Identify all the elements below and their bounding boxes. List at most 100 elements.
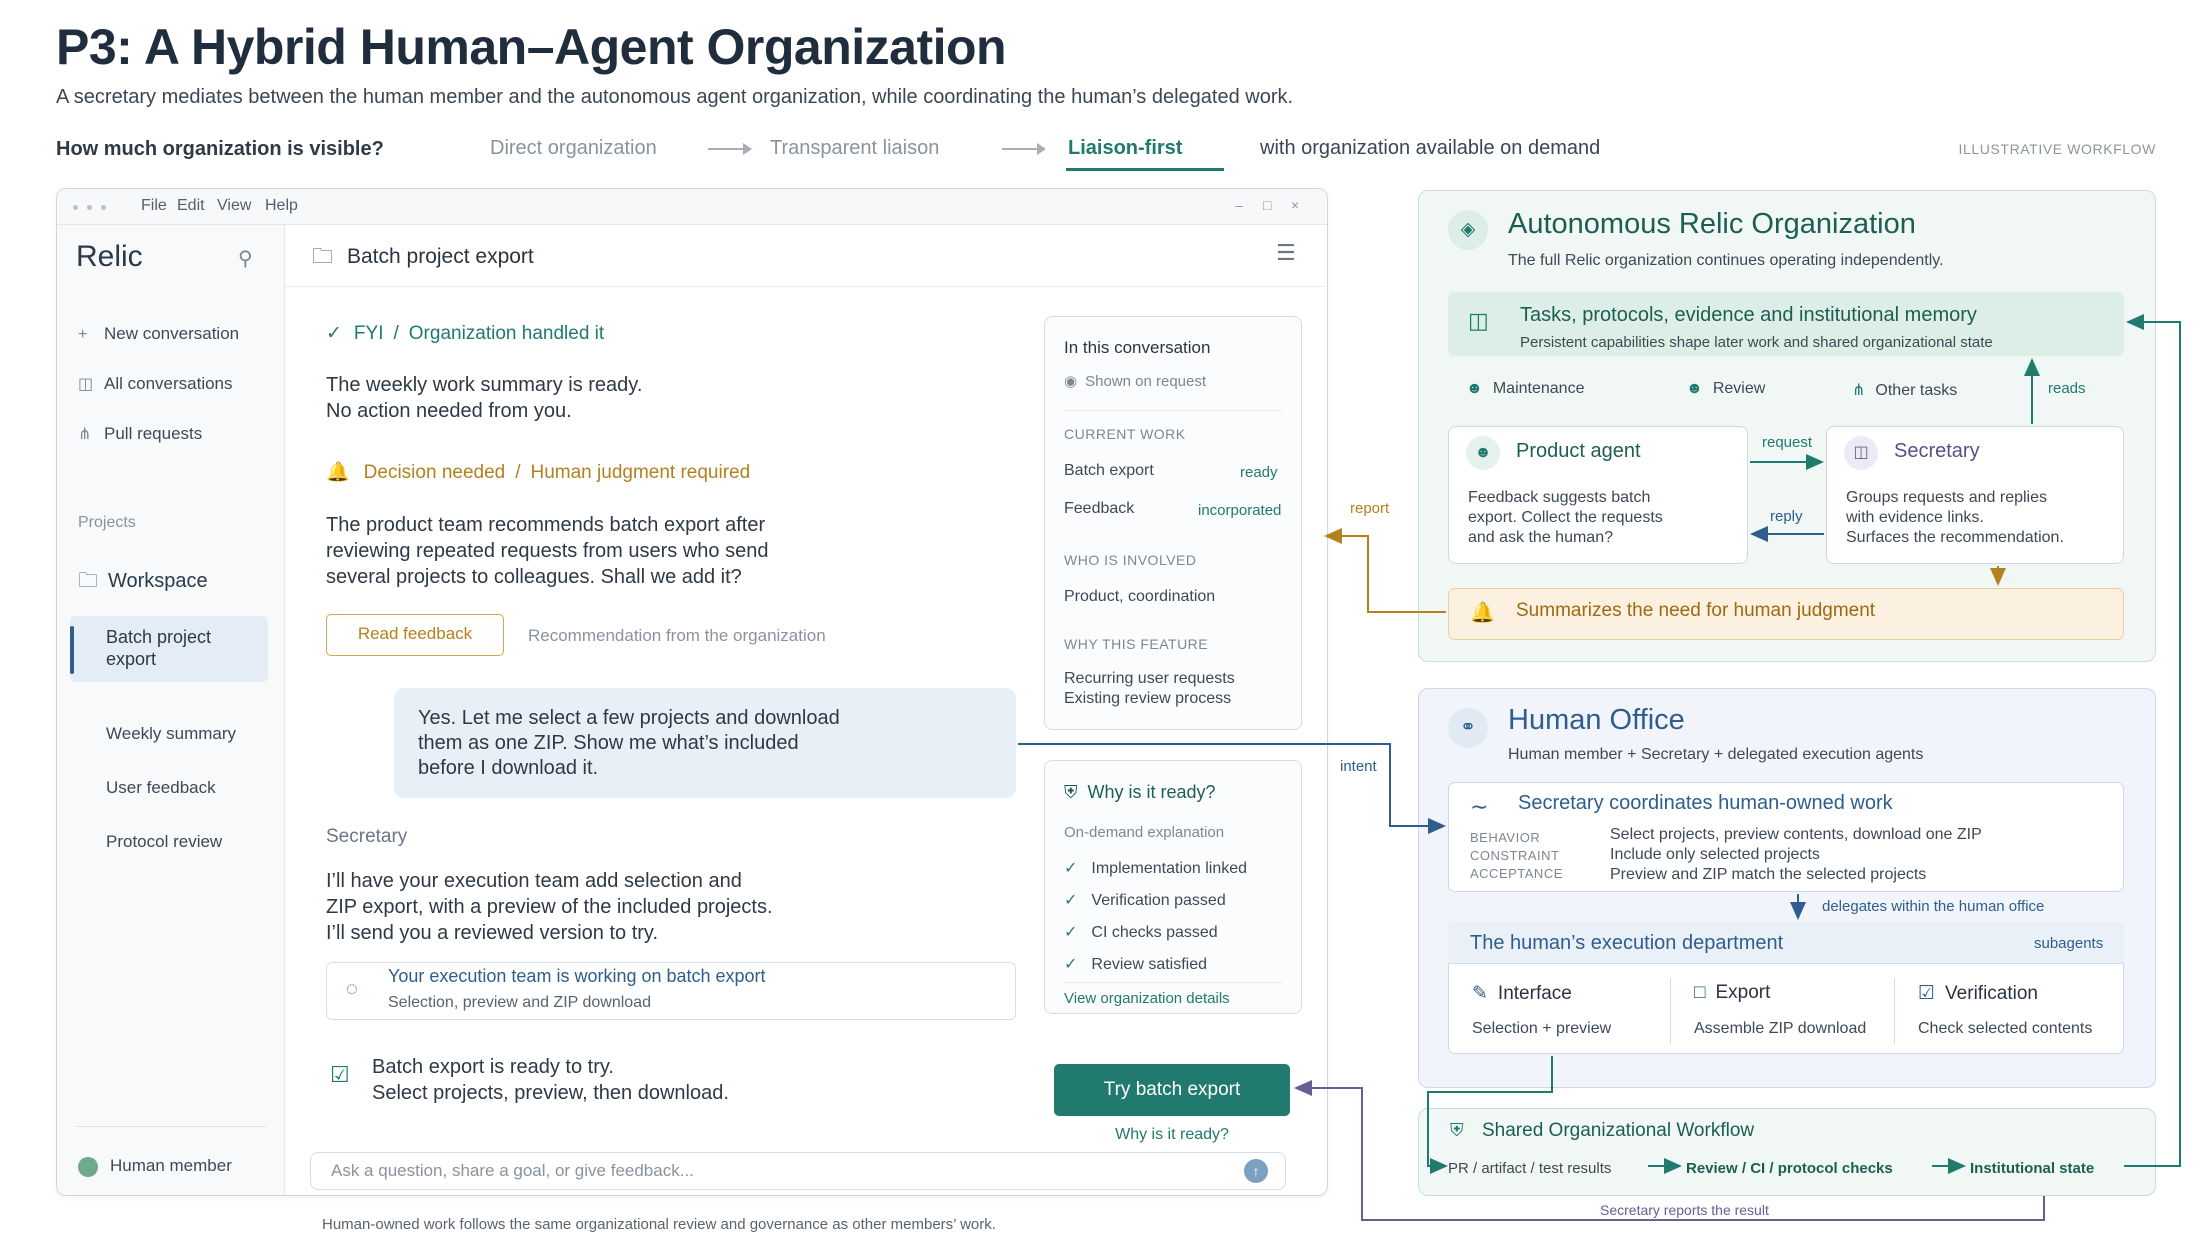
maximize-icon[interactable]: □ (1263, 197, 1271, 213)
behavior-caption: BEHAVIOR (1470, 830, 1541, 845)
dept-verification-sub: Check selected contents (1918, 1020, 2093, 1037)
why-caption: WHY THIS FEATURE (1064, 636, 1209, 652)
avatar (78, 1156, 98, 1177)
person-icon: ☻ (1466, 380, 1483, 397)
subagents-tag: subagents (2034, 935, 2104, 952)
flow-step-artifacts: PR / artifact / test results (1448, 1160, 1612, 1177)
ask-input[interactable]: Ask a question, share a goal, or give fe… (310, 1152, 1286, 1190)
minimize-icon[interactable]: – (1235, 197, 1243, 213)
acceptance-caption: ACCEPTANCE (1470, 866, 1563, 881)
plus-icon: + (78, 326, 88, 343)
step-direct-organization[interactable]: Direct organization (490, 137, 657, 160)
office-title: Human Office (1508, 704, 1685, 736)
clipboard-check-icon: ☑ (1918, 983, 1936, 1004)
shield-icon: ⛨ (1450, 1120, 1464, 1140)
check-icon: ✓ (1064, 892, 1078, 909)
link-icon: ⚭ (1448, 708, 1488, 748)
workspace-item[interactable]: 🗀 Workspace (78, 566, 208, 600)
user-message-line: them as one ZIP. Show me what’s included (418, 732, 799, 754)
reply-label: reply (1770, 508, 1803, 525)
secretary-text: with evidence links. (1846, 509, 1984, 526)
coordination-title: Secretary coordinates human-owned work (1518, 792, 1893, 814)
menu-view[interactable]: View (217, 197, 251, 215)
shield-check-icon: ⛨ (1064, 782, 1078, 802)
execution-team-subtitle: Selection, preview and ZIP download (388, 994, 651, 1011)
why-ready-link[interactable]: Why is it ready? (1054, 1126, 1290, 1144)
check-item: ✓ Verification passed (1064, 892, 1226, 909)
fyi-tag: ✓ FYI / Organization handled it (326, 323, 605, 344)
all-conversations-link[interactable]: ◫ All conversations (78, 374, 233, 394)
dept-divider (1670, 978, 1671, 1044)
summary-text: Summarizes the need for human judgment (1516, 600, 1876, 621)
send-button[interactable]: ↑ (1244, 1159, 1268, 1183)
product-agent-text: export. Collect the requests (1468, 509, 1663, 526)
user-message-bubble: Yes. Let me select a few projects and do… (394, 688, 1016, 798)
page-title: P3: A Hybrid Human–Agent Organization (56, 19, 1007, 75)
decision-text: several projects to colleagues. Shall we… (326, 566, 742, 588)
close-icon[interactable]: × (1291, 197, 1299, 213)
check-icon: ✓ (1064, 924, 1078, 941)
database-icon: ◫ (1468, 308, 1489, 333)
why-ready-title: ⛨ Why is it ready? (1064, 782, 1216, 802)
user-profile[interactable]: Human member (78, 1156, 232, 1177)
footnote: Human-owned work follows the same organi… (322, 1216, 996, 1233)
nodes-icon: ◌ (346, 978, 358, 1000)
clipboard-check-icon: ☑ (330, 1062, 350, 1087)
header-divider (284, 286, 1326, 287)
org-subtitle: The full Relic organization continues op… (1508, 252, 1944, 269)
check-icon: ✓ (1064, 860, 1078, 877)
secretary-text: Surfaces the recommendation. (1846, 529, 2064, 546)
menu-help[interactable]: Help (265, 197, 298, 215)
secretary-title: Secretary (1894, 440, 1980, 462)
org-chart-icon: ◈ (1448, 210, 1488, 250)
new-conversation-link[interactable]: + New conversation (78, 324, 239, 344)
menu-file[interactable]: File (141, 197, 167, 215)
main-divider (284, 224, 1328, 225)
active-step-underline (1066, 168, 1224, 171)
sidebar-item-user-feedback[interactable]: User feedback (106, 778, 216, 798)
memory-subtitle: Persistent capabilities shape later work… (1520, 334, 1993, 351)
on-demand-caption: On-demand explanation (1064, 824, 1225, 841)
ready-text: Batch export is ready to try. (372, 1056, 614, 1078)
work-item-status: incorporated (1198, 502, 1282, 519)
dept-interface-sub: Selection + preview (1472, 1020, 1612, 1037)
sidebar-item-protocol-review[interactable]: Protocol review (106, 832, 222, 852)
try-batch-export-button[interactable]: Try batch export (1054, 1064, 1290, 1116)
step-transparent-liaison[interactable]: Transparent liaison (770, 137, 939, 160)
folder-icon: 🗀 (78, 570, 98, 592)
constraint-caption: CONSTRAINT (1470, 848, 1560, 863)
pull-requests-link[interactable]: ⋔ Pull requests (78, 424, 202, 444)
view-organization-details-link[interactable]: View organization details (1064, 990, 1230, 1007)
illustrative-tag: ILLUSTRATIVE WORKFLOW (1958, 141, 2156, 157)
read-feedback-button[interactable]: Read feedback (326, 614, 504, 656)
work-item-label: Feedback (1064, 500, 1135, 517)
secretary-label: Secretary (326, 826, 408, 847)
search-icon[interactable]: ⚲ (238, 246, 253, 271)
sidebar-item-label: Batch project export (106, 627, 212, 669)
secretary-reports-label: Secretary reports the result (1600, 1202, 1769, 1218)
execution-department-title: The human’s execution department (1470, 932, 1784, 954)
step-suffix: with organization available on demand (1260, 137, 1601, 159)
secretary-text: ZIP export, with a preview of the includ… (326, 896, 773, 918)
work-item-status: ready (1240, 464, 1278, 481)
org-title: Autonomous Relic Organization (1508, 208, 1916, 240)
ready-text: Select projects, preview, then download. (372, 1082, 729, 1104)
page-subtitle: A secretary mediates between the human m… (56, 86, 1294, 108)
list-view-icon[interactable]: ☰ (1276, 240, 1296, 266)
menu-edit[interactable]: Edit (177, 197, 205, 215)
recommendation-note: Recommendation from the organization (528, 626, 826, 645)
chat-icon: ◫ (78, 376, 94, 393)
person-icon: ☻ (1466, 436, 1500, 470)
acceptance-value: Preview and ZIP match the selected proje… (1610, 866, 1927, 883)
why-line: Existing review process (1064, 690, 1232, 707)
check-icon: ✓ (326, 323, 342, 344)
step-liaison-first[interactable]: Liaison-first (1068, 137, 1182, 160)
product-agent-title: Product agent (1516, 440, 1641, 462)
constraint-value: Include only selected projects (1610, 846, 1820, 863)
eye-icon: ◉ (1064, 373, 1078, 390)
memory-title: Tasks, protocols, evidence and instituti… (1520, 304, 1977, 326)
sidebar-item-weekly-summary[interactable]: Weekly summary (106, 724, 236, 744)
who-caption: WHO IS INVOLVED (1064, 552, 1197, 568)
behavior-value: Select projects, preview contents, downl… (1610, 826, 1982, 843)
dept-export-sub: Assemble ZIP download (1694, 1020, 1867, 1037)
